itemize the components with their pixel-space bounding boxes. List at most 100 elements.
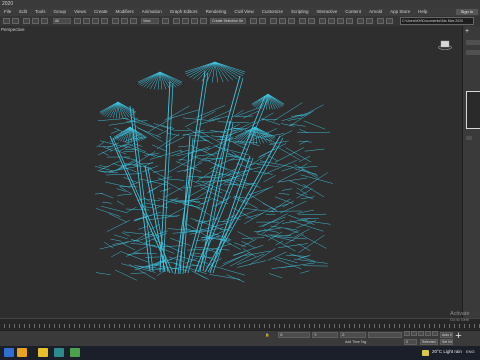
timeline-tick [159, 324, 160, 328]
snaps-toggle-icon[interactable] [173, 18, 180, 24]
perspective-viewport[interactable] [0, 26, 462, 318]
3ds-max-taskbar-icon[interactable] [54, 348, 64, 357]
timeline-tick [434, 324, 435, 328]
menu-modifiers[interactable]: Modifiers [112, 8, 138, 16]
set-key-button[interactable]: Set Key [440, 339, 453, 345]
named-selection-dropdown[interactable]: Create Selection Se [210, 18, 246, 24]
render-setup-icon[interactable] [328, 18, 335, 24]
selection-filter-dropdown[interactable]: All [53, 18, 71, 24]
frame-counter-field[interactable]: 0 [404, 339, 417, 345]
sign-in-button[interactable]: Sign In [456, 9, 478, 15]
timeline-tick [359, 324, 360, 328]
angle-snap-icon[interactable] [182, 18, 189, 24]
menu-customize[interactable]: Customize [258, 8, 287, 16]
viewcube-icon[interactable] [438, 40, 452, 50]
timeline-tick [419, 324, 420, 328]
project-path-field[interactable]: C:\Users\KH\Documents\3ds Max 2020 [400, 17, 474, 25]
x-coordinate-field[interactable]: X: [278, 332, 310, 338]
menu-arnold[interactable]: Arnold [365, 8, 386, 16]
create-plus-icon[interactable]: + [453, 331, 464, 342]
next-frame-icon[interactable] [425, 331, 431, 336]
material-editor-icon[interactable] [319, 18, 326, 24]
menu-scripting[interactable]: Scripting [287, 8, 313, 16]
wireframe-plant-model[interactable] [0, 26, 462, 318]
layer-explorer-icon[interactable] [279, 18, 286, 24]
spinner-snap-icon[interactable] [200, 18, 207, 24]
timeline-tick [389, 324, 390, 328]
object-name-field[interactable] [466, 40, 480, 45]
previous-frame-icon[interactable] [411, 331, 417, 336]
link-icon[interactable] [23, 18, 30, 24]
timeline-tick [9, 324, 10, 328]
select-by-name-icon[interactable] [83, 18, 90, 24]
scene-explorer-icon[interactable] [270, 18, 277, 24]
folder-app-icon[interactable] [38, 348, 48, 357]
teapot-icon[interactable] [357, 18, 364, 24]
menu-graph-editors[interactable]: Graph Editors [166, 8, 202, 16]
go-to-end-icon[interactable] [432, 331, 438, 336]
select-and-move-icon[interactable] [112, 18, 119, 24]
align-icon[interactable] [259, 18, 266, 24]
render-production-icon[interactable] [346, 18, 353, 24]
menu-help[interactable]: Help [414, 8, 431, 16]
select-and-scale-icon[interactable] [130, 18, 137, 24]
rendered-frame-window-icon[interactable] [337, 18, 344, 24]
menu-views[interactable]: Views [70, 8, 90, 16]
language-indicator[interactable]: ENG [466, 349, 475, 354]
folder-icon[interactable] [386, 18, 393, 24]
undo-icon[interactable] [3, 18, 10, 24]
timeline-tick [284, 324, 285, 328]
bind-space-warp-icon[interactable] [41, 18, 48, 24]
ribbon-toggle-icon[interactable] [288, 18, 295, 24]
menu-file[interactable]: File [0, 8, 15, 16]
schematic-view-icon[interactable] [308, 18, 315, 24]
window-crossing-icon[interactable] [101, 18, 108, 24]
select-and-rotate-icon[interactable] [121, 18, 128, 24]
redo-icon[interactable] [12, 18, 19, 24]
menu-create[interactable]: Create [90, 8, 112, 16]
percent-snap-icon[interactable] [191, 18, 198, 24]
menu-content[interactable]: Content [341, 8, 365, 16]
unlink-icon[interactable] [32, 18, 39, 24]
file-explorer-icon[interactable] [17, 348, 27, 357]
menu-group[interactable]: Group [50, 8, 71, 16]
reference-coordinate-dropdown[interactable]: View [141, 18, 159, 24]
lock-selection-icon[interactable]: 🔒 [265, 333, 269, 337]
viewport-label[interactable]: Perspective [1, 27, 25, 32]
timeline-tick [74, 324, 75, 328]
modifier-stack-panel[interactable] [466, 91, 480, 129]
auto-key-button[interactable]: Auto Key [440, 332, 453, 338]
menu-tools[interactable]: Tools [31, 8, 50, 16]
weather-widget[interactable]: 20°C Light rain [432, 349, 462, 354]
menu-interactive[interactable]: Interactive [313, 8, 342, 16]
timeline-tick [469, 324, 470, 328]
rectangular-selection-icon[interactable] [92, 18, 99, 24]
z-coordinate-field[interactable]: Z: [340, 332, 366, 338]
timeline-tick [319, 324, 320, 328]
mirror-icon[interactable] [250, 18, 257, 24]
pin-stack-icon[interactable] [466, 136, 472, 140]
start-icon[interactable] [4, 348, 14, 357]
pivot-center-icon[interactable] [162, 18, 169, 24]
menu-animation[interactable]: Animation [138, 8, 166, 16]
menu-civil-view[interactable]: Civil View [230, 8, 257, 16]
key-filter-dropdown[interactable]: Selected [420, 339, 438, 345]
menu-edit[interactable]: Edit [15, 8, 31, 16]
arnold-render-icon[interactable] [366, 18, 373, 24]
timeline-tick [109, 324, 110, 328]
menu-app-store[interactable]: App Store [386, 8, 414, 16]
timeline-tick [464, 324, 465, 328]
curve-editor-icon[interactable] [299, 18, 306, 24]
modifier-list-dropdown[interactable] [466, 50, 480, 55]
weather-icon[interactable] [422, 350, 429, 356]
workspace-icon[interactable] [377, 18, 384, 24]
play-icon[interactable] [418, 331, 424, 336]
go-to-start-icon[interactable] [404, 331, 410, 336]
menu-rendering[interactable]: Rendering [202, 8, 231, 16]
timeline-tick [139, 324, 140, 328]
browser-icon[interactable] [70, 348, 80, 357]
select-object-icon[interactable] [74, 18, 81, 24]
y-coordinate-field[interactable]: Y: [312, 332, 338, 338]
create-tab-icon[interactable]: + [465, 28, 469, 35]
add-time-tag-button[interactable]: Add Time Tag [345, 340, 366, 344]
